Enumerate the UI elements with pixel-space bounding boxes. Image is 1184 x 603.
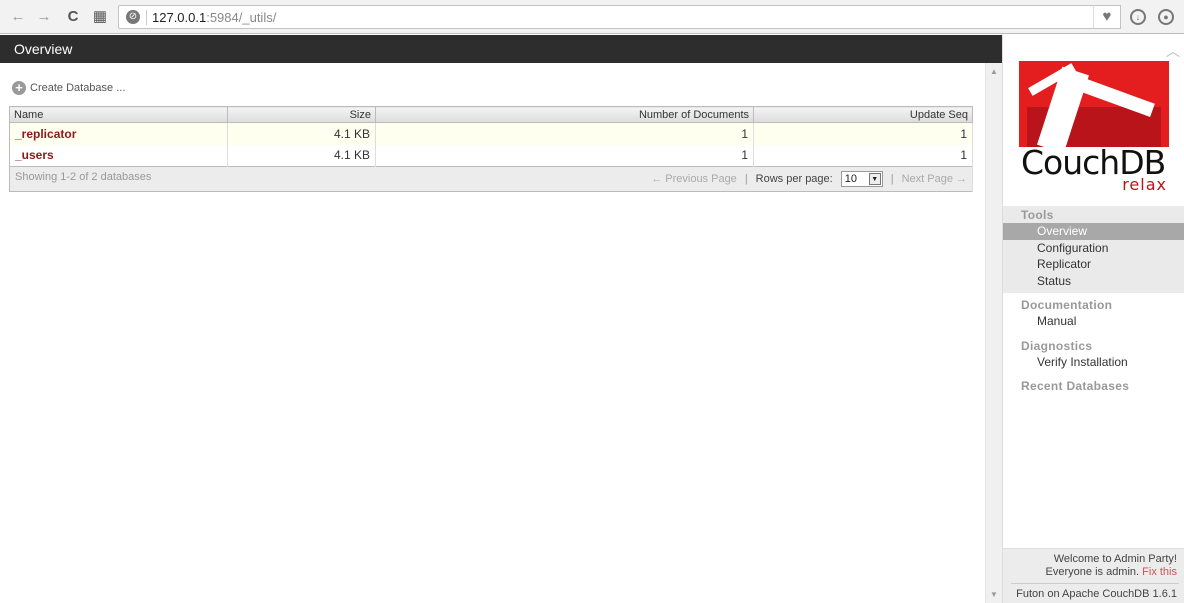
browser-toolbar: ← → C ▦ ⊘ 127.0.0.1:5984/_utils/ ♥ ↓ ● [0, 0, 1184, 34]
download-icon[interactable]: ↓ [1130, 9, 1146, 25]
nav-section-diagnostics: Diagnostics Verify Installation [1003, 337, 1184, 375]
cell-documents: 1 [375, 144, 754, 167]
url-text[interactable]: 127.0.0.1:5984/_utils/ [152, 10, 276, 25]
account-icon[interactable]: ● [1158, 9, 1174, 25]
sidebar-footer: Welcome to Admin Party! Everyone is admi… [1003, 548, 1184, 603]
previous-page-link[interactable]: ← Previous Page [651, 173, 737, 185]
scroll-down-arrow-icon[interactable]: ▼ [990, 590, 998, 599]
create-database-label: Create Database ... [30, 82, 126, 94]
cell-name: _replicator [9, 122, 228, 145]
sidebar-item-configuration[interactable]: Configuration [1003, 240, 1184, 257]
table-row: _users 4.1 KB 1 1 [9, 144, 973, 167]
nav-section-title: Recent Databases [1021, 379, 1130, 393]
cell-update-seq: 1 [753, 144, 973, 167]
cell-size: 4.1 KB [227, 122, 376, 145]
scroll-up-arrow-icon[interactable]: ▲ [990, 67, 998, 76]
logo-tagline: relax [1122, 175, 1167, 194]
chevron-down-icon: ▼ [868, 173, 881, 185]
address-bar[interactable]: ⊘ 127.0.0.1:5984/_utils/ [118, 5, 1094, 29]
next-page-link[interactable]: Next Page → [902, 173, 967, 185]
nav-section-title: Documentation [1021, 298, 1113, 312]
showing-count: Showing 1-2 of 2 databases [15, 171, 152, 183]
welcome-message: Welcome to Admin Party! Everyone is admi… [1003, 549, 1184, 579]
cell-name: _users [9, 144, 228, 167]
welcome-line-2-container: Everyone is admin. Fix this [1003, 566, 1177, 579]
column-header-name[interactable]: Name [9, 106, 228, 123]
cell-size: 4.1 KB [227, 144, 376, 167]
databases-table: Name Size Number of Documents Update Seq… [9, 106, 973, 192]
table-header-row: Name Size Number of Documents Update Seq [9, 106, 973, 123]
fix-this-link[interactable]: Fix this [1142, 566, 1177, 578]
forward-arrow-icon[interactable]: → [35, 8, 53, 26]
welcome-line-2: Everyone is admin. [1045, 566, 1140, 578]
sidebar-item-replicator[interactable]: Replicator [1003, 256, 1184, 273]
database-link[interactable]: _replicator [15, 127, 76, 141]
rows-per-page-value: 10 [844, 173, 857, 185]
page-title: Overview [0, 35, 1002, 63]
cell-documents: 1 [375, 122, 754, 145]
version-text: Futon on Apache CouchDB 1.6.1 [1016, 588, 1177, 600]
site-info-icon[interactable]: ⊘ [126, 10, 140, 24]
rows-per-page-select[interactable]: 10 ▼ [840, 171, 883, 187]
main-scrollbar[interactable]: ▲ ▼ [985, 63, 1002, 603]
sidebar-item-verify-installation[interactable]: Verify Installation [1003, 354, 1184, 371]
nav-section-recent-databases: Recent Databases [1003, 377, 1184, 398]
bookmark-heart-icon[interactable]: ♥ [1093, 5, 1121, 29]
main-content: Overview + Create Database ... Name Size… [0, 35, 1002, 603]
nav-section-title: Diagnostics [1021, 338, 1093, 353]
url-host: 127.0.0.1 [152, 10, 207, 25]
column-header-documents[interactable]: Number of Documents [375, 106, 754, 123]
pager: ← Previous Page | Rows per page: 10 ▼ | … [651, 171, 967, 187]
address-separator [146, 10, 147, 25]
collapse-sidebar-icon[interactable]: ︿ [1166, 41, 1180, 61]
nav-section-tools: Tools Overview Configuration Replicator … [1003, 206, 1184, 293]
sidebar-item-overview[interactable]: Overview [1003, 223, 1184, 240]
rows-per-page-label: Rows per page: [755, 173, 833, 185]
toolbar: + Create Database ... [12, 81, 125, 95]
column-header-size[interactable]: Size [227, 106, 376, 123]
table-footer-row: Showing 1-2 of 2 databases ← Previous Pa… [9, 166, 973, 192]
pager-separator: | [744, 173, 748, 185]
sidebar-item-status[interactable]: Status [1003, 273, 1184, 290]
welcome-line-1: Welcome to Admin Party! [1053, 553, 1177, 565]
plus-circle-icon: + [12, 81, 26, 95]
database-link[interactable]: _users [15, 148, 54, 162]
pager-separator: | [890, 173, 894, 185]
create-database-button[interactable]: + Create Database ... [12, 81, 125, 95]
sidebar: ︿ CouchDB relax Tools Overview Configura… [1002, 35, 1184, 603]
nav-section-title: Tools [1021, 208, 1054, 222]
apps-grid-icon[interactable]: ▦ [91, 8, 109, 26]
reload-icon[interactable]: C [64, 8, 82, 26]
table-footer: Showing 1-2 of 2 databases ← Previous Pa… [9, 166, 973, 192]
sidebar-item-manual[interactable]: Manual [1003, 313, 1184, 330]
column-header-update-seq[interactable]: Update Seq [753, 106, 973, 123]
url-path: :5984/_utils/ [206, 10, 277, 25]
couchdb-logo: CouchDB relax [1019, 61, 1169, 195]
nav-section-documentation: Documentation Manual [1003, 296, 1184, 334]
cell-update-seq: 1 [753, 122, 973, 145]
back-arrow-icon[interactable]: ← [9, 8, 27, 26]
table-row: _replicator 4.1 KB 1 1 [9, 122, 973, 145]
sidebar-nav: Tools Overview Configuration Replicator … [1003, 206, 1184, 398]
